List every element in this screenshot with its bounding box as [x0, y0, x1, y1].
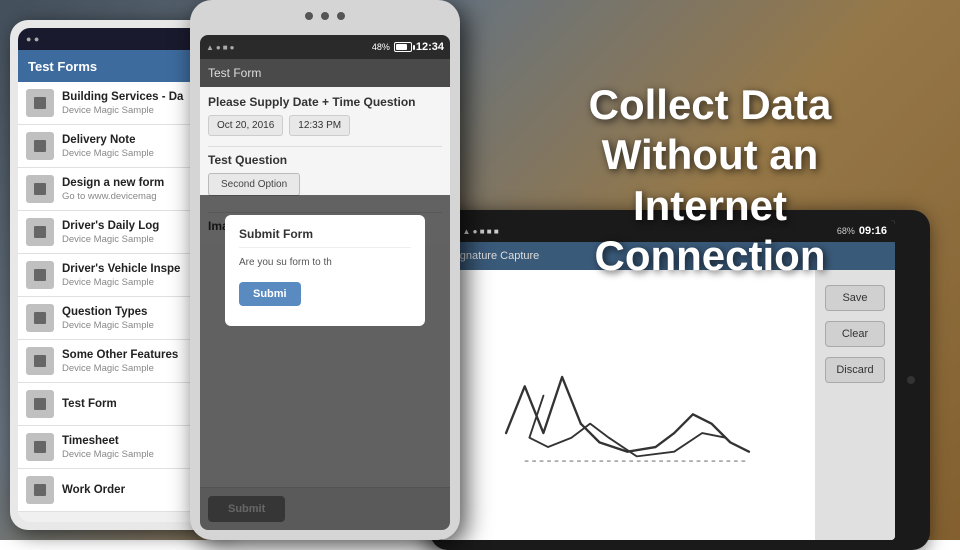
phone2-title: Test Form — [208, 66, 261, 80]
date-field[interactable]: Oct 20, 2016 — [208, 115, 283, 136]
list-item-icon — [26, 390, 54, 418]
discard-button[interactable]: Discard — [825, 357, 885, 383]
list-item-icon — [26, 347, 54, 375]
list-item-title: Design a new form — [62, 176, 164, 191]
battery-pct: 48% — [372, 42, 390, 52]
hero-line1: Collect Data — [589, 81, 832, 128]
form-divider — [208, 146, 442, 147]
hero-line2: Without an Internet — [602, 131, 819, 228]
list-item-title: Delivery Note — [62, 133, 154, 148]
list-item-text: Timesheet Device Magic Sample — [62, 434, 154, 460]
list-item-icon — [26, 218, 54, 246]
list-item-subtitle: Device Magic Sample — [62, 363, 178, 374]
submit-dialog: Submit Form Are you su form to th Submi — [225, 215, 425, 326]
list-item-title: Building Services - Da — [62, 90, 183, 105]
list-item-text: Work Order — [62, 483, 125, 498]
phone2-titlebar: Test Form — [200, 59, 450, 87]
phone2-status-right: 48% 12:34 — [372, 41, 444, 53]
time-field[interactable]: 12:33 PM — [289, 115, 350, 136]
list-item-title: Question Types — [62, 305, 154, 320]
battery-icon — [394, 42, 412, 52]
list-item-text: Test Form — [62, 397, 117, 412]
list-item-title: Some Other Features — [62, 348, 178, 363]
phone-form-device: ▲ ● ■ ● 48% 12:34 Test Form Please Suppl… — [190, 0, 460, 540]
signature-svg — [450, 280, 805, 530]
clear-button[interactable]: Clear — [825, 321, 885, 347]
date-time-row: Oct 20, 2016 12:33 PM — [208, 115, 442, 136]
list-item-subtitle: Device Magic Sample — [62, 105, 183, 116]
list-item-icon — [26, 132, 54, 160]
camera-dot — [305, 12, 313, 20]
submit-dialog-button[interactable]: Submi — [239, 282, 301, 306]
list-item-text: Question Types Device Magic Sample — [62, 305, 154, 331]
tablet-camera — [907, 376, 915, 384]
phone2-status-icons: ▲ ● ■ ● — [206, 43, 234, 52]
list-item-icon — [26, 433, 54, 461]
phone2-statusbar: ▲ ● ■ ● 48% 12:34 — [200, 35, 450, 59]
battery-fill — [396, 44, 407, 50]
list-item-icon — [26, 476, 54, 504]
submit-dialog-text: Are you su form to th — [239, 256, 411, 270]
list-item-icon — [26, 89, 54, 117]
camera-dot — [321, 12, 329, 20]
list-item-icon — [26, 261, 54, 289]
list-item-title: Work Order — [62, 483, 125, 498]
list-item-text: Some Other Features Device Magic Sample — [62, 348, 178, 374]
list-item-title: Driver's Daily Log — [62, 219, 159, 234]
signature-area — [440, 270, 815, 540]
list-item-icon — [26, 175, 54, 203]
list-item-subtitle: Device Magic Sample — [62, 148, 154, 159]
list-item-text: Driver's Daily Log Device Magic Sample — [62, 219, 159, 245]
save-button[interactable]: Save — [825, 285, 885, 311]
second-option-button[interactable]: Second Option — [208, 173, 300, 196]
phone1-title: Test Forms — [28, 59, 97, 74]
submit-dialog-title: Submit Form — [239, 227, 411, 248]
test-question-label: Test Question — [208, 153, 442, 167]
list-item-text: Delivery Note Device Magic Sample — [62, 133, 154, 159]
hero-text-block: Collect Data Without an Internet Connect… — [520, 80, 900, 282]
list-item-text: Design a new form Go to www.devicemag — [62, 176, 164, 202]
list-item-text: Building Services - Da Device Magic Samp… — [62, 90, 183, 116]
hero-line3: Connection — [595, 232, 826, 279]
list-item-title: Driver's Vehicle Inspe — [62, 262, 180, 277]
date-time-question-label: Please Supply Date + Time Question — [208, 95, 442, 109]
submit-overlay: Submit Form Are you su form to th Submi — [200, 195, 450, 530]
list-item-icon — [26, 304, 54, 332]
tablet-action-buttons: Save Clear Discard — [815, 270, 895, 540]
phone2-time: 12:34 — [416, 41, 444, 53]
phone2-screen: ▲ ● ■ ● 48% 12:34 Test Form Please Suppl… — [200, 35, 450, 530]
list-item-subtitle: Go to www.devicemag — [62, 191, 164, 202]
list-item-title: Timesheet — [62, 434, 154, 449]
list-item-subtitle: Device Magic Sample — [62, 320, 154, 331]
list-item-subtitle: Device Magic Sample — [62, 449, 154, 460]
list-item-subtitle: Device Magic Sample — [62, 277, 180, 288]
camera-dot — [337, 12, 345, 20]
phone2-camera-area — [305, 12, 345, 20]
tablet-content: Save Clear Discard — [440, 270, 895, 540]
list-item-subtitle: Device Magic Sample — [62, 234, 159, 245]
list-item-text: Driver's Vehicle Inspe Device Magic Samp… — [62, 262, 180, 288]
list-item-title: Test Form — [62, 397, 117, 412]
